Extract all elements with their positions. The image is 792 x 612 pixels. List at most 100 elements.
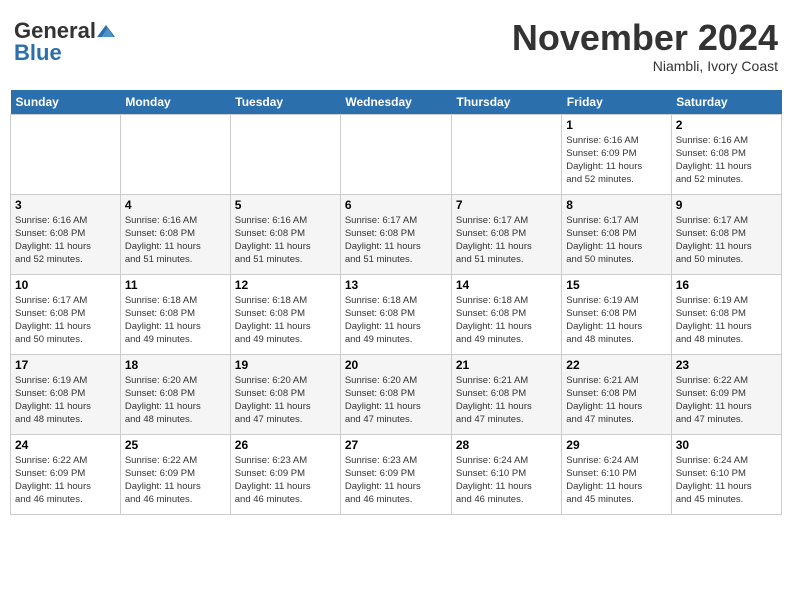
day-number: 12 (235, 278, 336, 292)
cell-info: Sunrise: 6:16 AMSunset: 6:08 PMDaylight:… (15, 214, 116, 267)
cell-info: Sunrise: 6:16 AMSunset: 6:09 PMDaylight:… (566, 134, 666, 187)
cell-info: Sunrise: 6:17 AMSunset: 6:08 PMDaylight:… (456, 214, 557, 267)
calendar-cell: 6 Sunrise: 6:17 AMSunset: 6:08 PMDaylight… (340, 194, 451, 274)
cell-info: Sunrise: 6:22 AMSunset: 6:09 PMDaylight:… (676, 374, 777, 427)
cell-info: Sunrise: 6:17 AMSunset: 6:08 PMDaylight:… (345, 214, 447, 267)
calendar-week-5: 24 Sunrise: 6:22 AMSunset: 6:09 PMDayligh… (11, 434, 782, 514)
weekday-header-saturday: Saturday (671, 90, 781, 115)
cell-info: Sunrise: 6:18 AMSunset: 6:08 PMDaylight:… (125, 294, 226, 347)
calendar-cell: 9 Sunrise: 6:17 AMSunset: 6:08 PMDaylight… (671, 194, 781, 274)
cell-info: Sunrise: 6:17 AMSunset: 6:08 PMDaylight:… (566, 214, 666, 267)
calendar-cell: 8 Sunrise: 6:17 AMSunset: 6:08 PMDaylight… (562, 194, 671, 274)
day-number: 24 (15, 438, 116, 452)
cell-info: Sunrise: 6:18 AMSunset: 6:08 PMDaylight:… (456, 294, 557, 347)
day-number: 22 (566, 358, 666, 372)
day-number: 21 (456, 358, 557, 372)
calendar-cell: 23Sunrise: 6:22 AMSunset: 6:09 PMDayligh… (671, 354, 781, 434)
cell-info: Sunrise: 6:23 AMSunset: 6:09 PMDaylight:… (235, 454, 336, 507)
day-number: 11 (125, 278, 226, 292)
day-number: 16 (676, 278, 777, 292)
calendar-cell: 4 Sunrise: 6:16 AMSunset: 6:08 PMDaylight… (120, 194, 230, 274)
day-number: 9 (676, 198, 777, 212)
day-number: 2 (676, 118, 777, 132)
weekday-header-thursday: Thursday (451, 90, 561, 115)
day-number: 30 (676, 438, 777, 452)
calendar-cell: 1 Sunrise: 6:16 AMSunset: 6:09 PMDaylight… (562, 114, 671, 194)
cell-info: Sunrise: 6:23 AMSunset: 6:09 PMDaylight:… (345, 454, 447, 507)
cell-info: Sunrise: 6:21 AMSunset: 6:08 PMDaylight:… (566, 374, 666, 427)
calendar-cell: 17 Sunrise: 6:19 AMSunset: 6:08 PMDayligh… (11, 354, 121, 434)
calendar-cell: 27 Sunrise: 6:23 AMSunset: 6:09 PMDayligh… (340, 434, 451, 514)
calendar-body: 1 Sunrise: 6:16 AMSunset: 6:09 PMDaylight… (11, 114, 782, 514)
weekday-header-friday: Friday (562, 90, 671, 115)
day-number: 19 (235, 358, 336, 372)
cell-info: Sunrise: 6:24 AMSunset: 6:10 PMDaylight:… (566, 454, 666, 507)
day-number: 13 (345, 278, 447, 292)
weekday-header-sunday: Sunday (11, 90, 121, 115)
calendar-cell: 10 Sunrise: 6:17 AMSunset: 6:08 PMDayligh… (11, 274, 121, 354)
cell-info: Sunrise: 6:18 AMSunset: 6:08 PMDaylight:… (235, 294, 336, 347)
title-block: November 2024 Niambli, Ivory Coast (512, 18, 778, 74)
calendar-cell: 3Sunrise: 6:16 AMSunset: 6:08 PMDaylight… (11, 194, 121, 274)
cell-info: Sunrise: 6:17 AMSunset: 6:08 PMDaylight:… (15, 294, 116, 347)
cell-info: Sunrise: 6:20 AMSunset: 6:08 PMDaylight:… (125, 374, 226, 427)
cell-info: Sunrise: 6:16 AMSunset: 6:08 PMDaylight:… (676, 134, 777, 187)
cell-info: Sunrise: 6:24 AMSunset: 6:10 PMDaylight:… (456, 454, 557, 507)
cell-info: Sunrise: 6:21 AMSunset: 6:08 PMDaylight:… (456, 374, 557, 427)
day-number: 29 (566, 438, 666, 452)
calendar-table: SundayMondayTuesdayWednesdayThursdayFrid… (10, 90, 782, 515)
calendar-cell (120, 114, 230, 194)
calendar-cell: 26 Sunrise: 6:23 AMSunset: 6:09 PMDayligh… (230, 434, 340, 514)
logo-icon (97, 22, 115, 40)
calendar-cell: 13 Sunrise: 6:18 AMSunset: 6:08 PMDayligh… (340, 274, 451, 354)
weekday-header-row: SundayMondayTuesdayWednesdayThursdayFrid… (11, 90, 782, 115)
day-number: 8 (566, 198, 666, 212)
day-number: 10 (15, 278, 116, 292)
calendar-cell: 18Sunrise: 6:20 AMSunset: 6:08 PMDayligh… (120, 354, 230, 434)
weekday-header-tuesday: Tuesday (230, 90, 340, 115)
cell-info: Sunrise: 6:18 AMSunset: 6:08 PMDaylight:… (345, 294, 447, 347)
calendar-cell: 21 Sunrise: 6:21 AMSunset: 6:08 PMDayligh… (451, 354, 561, 434)
calendar-cell: 24 Sunrise: 6:22 AMSunset: 6:09 PMDayligh… (11, 434, 121, 514)
calendar-cell: 14 Sunrise: 6:18 AMSunset: 6:08 PMDayligh… (451, 274, 561, 354)
day-number: 20 (345, 358, 447, 372)
day-number: 7 (456, 198, 557, 212)
calendar-week-1: 1 Sunrise: 6:16 AMSunset: 6:09 PMDaylight… (11, 114, 782, 194)
calendar-cell: 20 Sunrise: 6:20 AMSunset: 6:08 PMDayligh… (340, 354, 451, 434)
calendar-cell: 7 Sunrise: 6:17 AMSunset: 6:08 PMDaylight… (451, 194, 561, 274)
calendar-cell: 11 Sunrise: 6:18 AMSunset: 6:08 PMDayligh… (120, 274, 230, 354)
cell-info: Sunrise: 6:22 AMSunset: 6:09 PMDaylight:… (15, 454, 116, 507)
calendar-cell: 25 Sunrise: 6:22 AMSunset: 6:09 PMDayligh… (120, 434, 230, 514)
weekday-header-wednesday: Wednesday (340, 90, 451, 115)
logo-blue-text: Blue (14, 40, 62, 66)
logo: General Blue (14, 18, 115, 66)
day-number: 6 (345, 198, 447, 212)
day-number: 26 (235, 438, 336, 452)
cell-info: Sunrise: 6:19 AMSunset: 6:08 PMDaylight:… (15, 374, 116, 427)
location-subtitle: Niambli, Ivory Coast (512, 58, 778, 74)
calendar-cell: 5Sunrise: 6:16 AMSunset: 6:08 PMDaylight… (230, 194, 340, 274)
day-number: 4 (125, 198, 226, 212)
cell-info: Sunrise: 6:17 AMSunset: 6:08 PMDaylight:… (676, 214, 777, 267)
day-number: 1 (566, 118, 666, 132)
day-number: 25 (125, 438, 226, 452)
day-number: 17 (15, 358, 116, 372)
day-number: 15 (566, 278, 666, 292)
month-title: November 2024 (512, 18, 778, 58)
calendar-cell: 12 Sunrise: 6:18 AMSunset: 6:08 PMDayligh… (230, 274, 340, 354)
calendar-cell: 29 Sunrise: 6:24 AMSunset: 6:10 PMDayligh… (562, 434, 671, 514)
day-number: 27 (345, 438, 447, 452)
calendar-cell: 30 Sunrise: 6:24 AMSunset: 6:10 PMDayligh… (671, 434, 781, 514)
day-number: 14 (456, 278, 557, 292)
calendar-cell (451, 114, 561, 194)
cell-info: Sunrise: 6:20 AMSunset: 6:08 PMDaylight:… (345, 374, 447, 427)
cell-info: Sunrise: 6:19 AMSunset: 6:08 PMDaylight:… (566, 294, 666, 347)
calendar-cell: 19Sunrise: 6:20 AMSunset: 6:08 PMDayligh… (230, 354, 340, 434)
calendar-cell: 22 Sunrise: 6:21 AMSunset: 6:08 PMDayligh… (562, 354, 671, 434)
cell-info: Sunrise: 6:22 AMSunset: 6:09 PMDaylight:… (125, 454, 226, 507)
cell-info: Sunrise: 6:24 AMSunset: 6:10 PMDaylight:… (676, 454, 777, 507)
cell-info: Sunrise: 6:16 AMSunset: 6:08 PMDaylight:… (235, 214, 336, 267)
calendar-cell (230, 114, 340, 194)
cell-info: Sunrise: 6:16 AMSunset: 6:08 PMDaylight:… (125, 214, 226, 267)
calendar-cell (11, 114, 121, 194)
